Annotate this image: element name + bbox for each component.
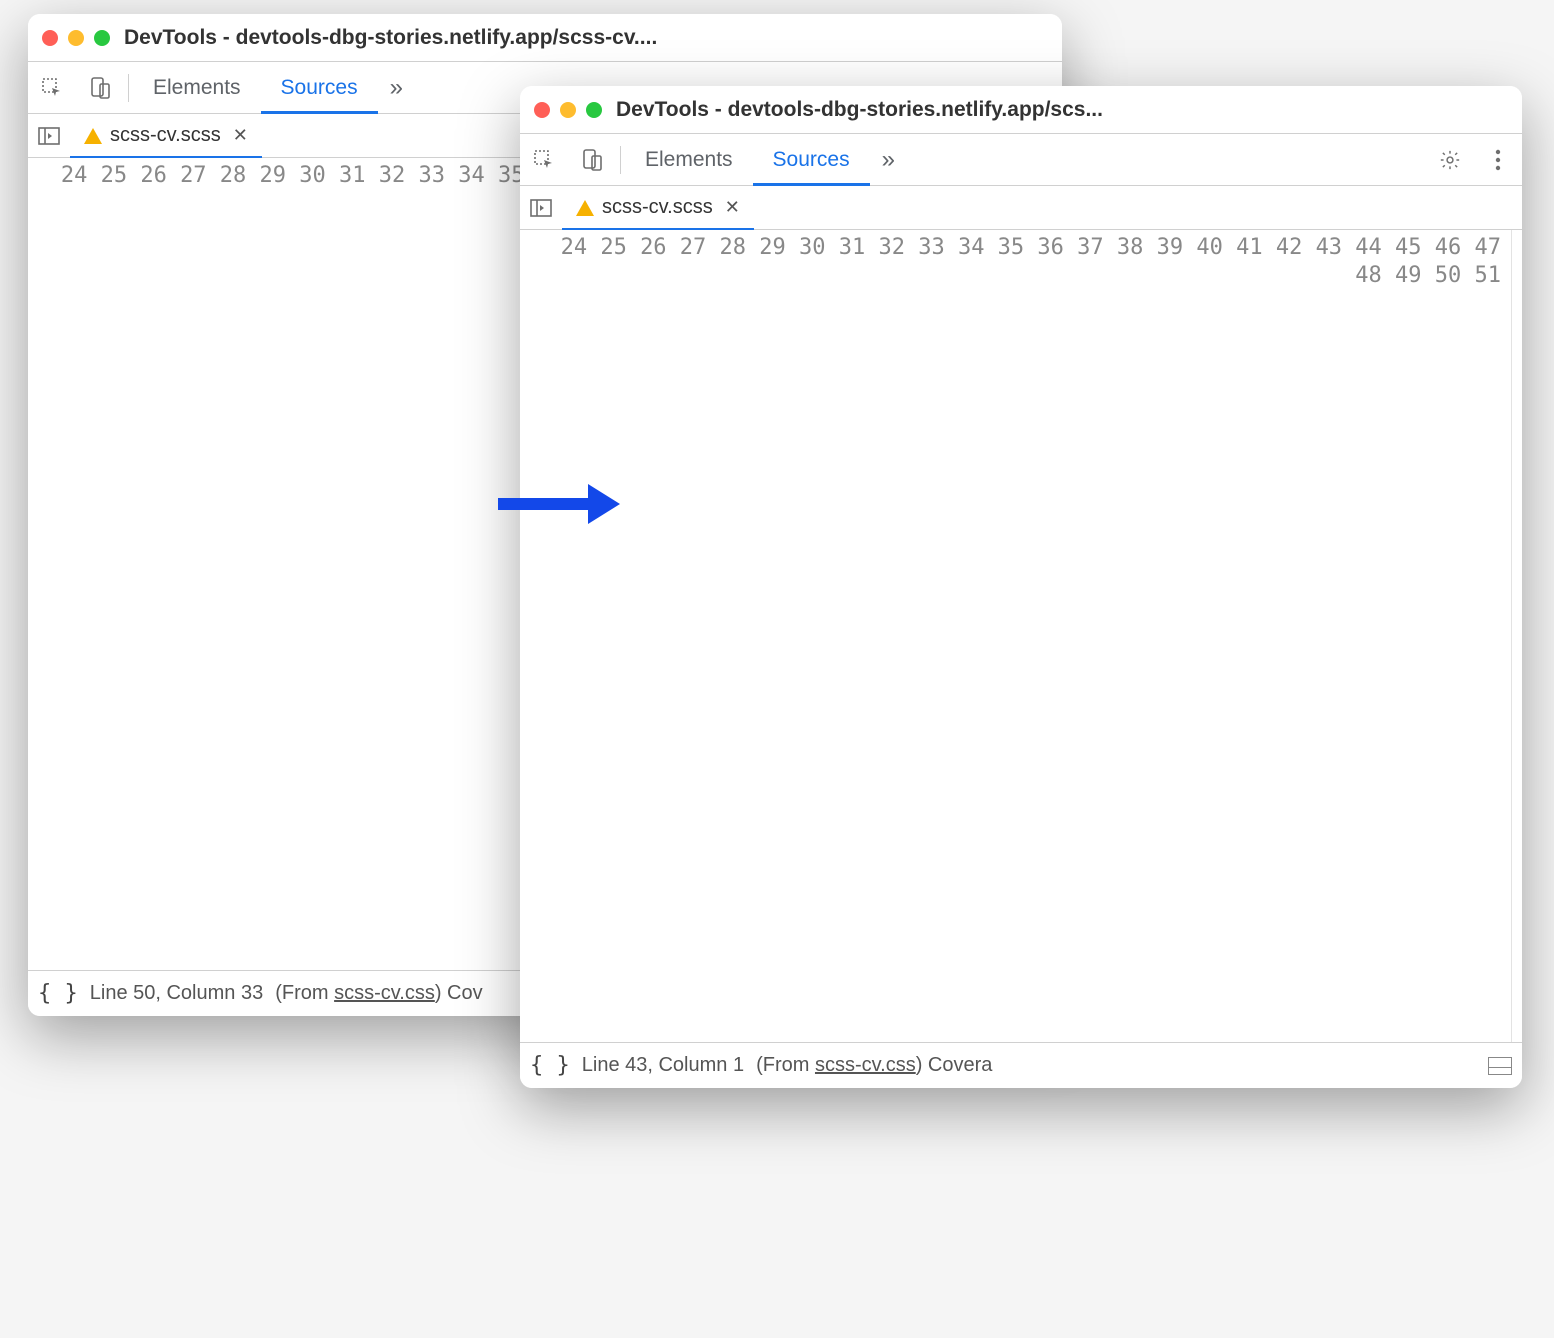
close-icon[interactable] (42, 30, 58, 46)
file-name: scss-cv.scss (110, 124, 221, 147)
cursor-position: Line 50, Column 33 (90, 982, 263, 1005)
cursor-position: Line 43, Column 1 (582, 1054, 744, 1077)
tab-elements[interactable]: Elements (625, 134, 753, 186)
file-name: scss-cv.scss (602, 196, 713, 219)
file-tab-scss[interactable]: scss-cv.scss ✕ (562, 187, 754, 231)
warning-icon (576, 200, 594, 216)
close-tab-icon[interactable]: ✕ (233, 125, 248, 146)
format-icon[interactable]: { } (530, 1053, 570, 1078)
settings-icon[interactable] (1426, 149, 1474, 171)
window-title: DevTools - devtools-dbg-stories.netlify.… (124, 26, 657, 50)
panel-toolbar: Elements Sources » (520, 134, 1522, 186)
more-tabs-icon[interactable]: » (378, 74, 415, 102)
maximize-icon[interactable] (94, 30, 110, 46)
device-icon[interactable] (76, 76, 124, 100)
more-tabs-icon[interactable]: » (870, 146, 907, 174)
window-title: DevTools - devtools-dbg-stories.netlify.… (616, 98, 1103, 122)
kebab-menu-icon[interactable] (1474, 149, 1522, 171)
line-gutter: 24 25 26 27 28 29 30 31 32 33 34 35 36 3… (520, 230, 1512, 1042)
sourcemap-link[interactable]: scss-cv.css (334, 982, 435, 1004)
devtools-window-after: DevTools - devtools-dbg-stories.netlify.… (520, 86, 1522, 1088)
inspect-icon[interactable] (28, 76, 76, 100)
inspect-icon[interactable] (520, 148, 568, 172)
sourcemap-indicator: (From scss-cv.css) Covera (756, 1054, 992, 1077)
sources-tabstrip: scss-cv.scss ✕ (520, 186, 1522, 230)
maximize-icon[interactable] (586, 102, 602, 118)
sourcemap-indicator: (From scss-cv.css) Cov (275, 982, 482, 1005)
close-tab-icon[interactable]: ✕ (725, 197, 740, 218)
minimize-icon[interactable] (560, 102, 576, 118)
minimize-icon[interactable] (68, 30, 84, 46)
code-editor[interactable]: 24 25 26 27 28 29 30 31 32 33 34 35 36 3… (520, 230, 1522, 1042)
source-pane[interactable]: $lightBase #f3f7fc; $textLight #535764; … (1512, 230, 1522, 1042)
drawer-toggle-icon[interactable] (1488, 1057, 1512, 1075)
tab-sources[interactable]: Sources (753, 134, 870, 186)
navigator-toggle-icon[interactable] (520, 199, 562, 217)
tab-elements[interactable]: Elements (133, 62, 261, 114)
sourcemap-link[interactable]: scss-cv.css (815, 1054, 916, 1076)
status-bar: { } Line 43, Column 1 (From scss-cv.css)… (520, 1042, 1522, 1088)
close-icon[interactable] (534, 102, 550, 118)
device-icon[interactable] (568, 148, 616, 172)
warning-icon (84, 128, 102, 144)
format-icon[interactable]: { } (38, 981, 78, 1006)
file-tab-scss[interactable]: scss-cv.scss ✕ (70, 115, 262, 159)
titlebar: DevTools - devtools-dbg-stories.netlify.… (28, 14, 1062, 62)
titlebar: DevTools - devtools-dbg-stories.netlify.… (520, 86, 1522, 134)
navigator-toggle-icon[interactable] (28, 127, 70, 145)
tab-sources[interactable]: Sources (261, 62, 378, 114)
